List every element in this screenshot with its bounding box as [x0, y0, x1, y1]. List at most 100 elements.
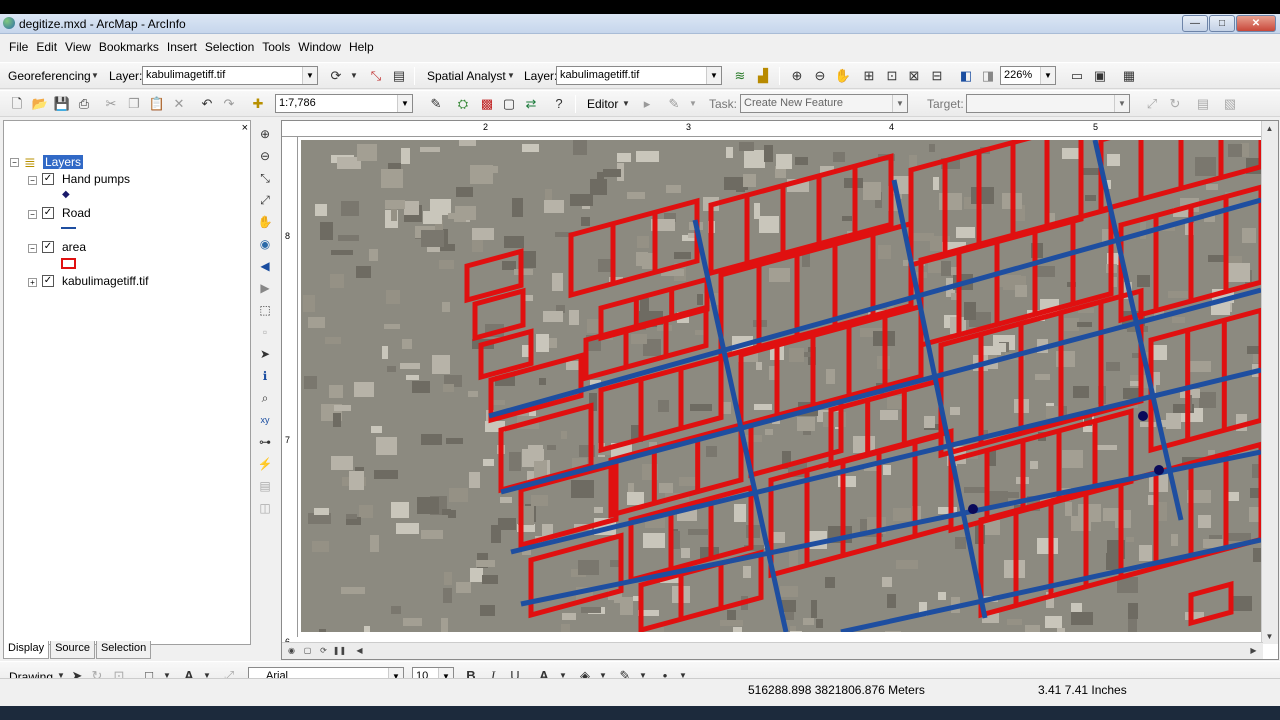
- editor-menu[interactable]: Editor: [587, 97, 618, 111]
- next-extent-icon[interactable]: ◨: [979, 67, 997, 85]
- scroll-down-icon[interactable]: ▼: [1262, 629, 1277, 644]
- toolbox-icon[interactable]: ▩: [478, 95, 496, 113]
- change-layout-icon[interactable]: ▦: [1120, 67, 1138, 85]
- menu-view[interactable]: View: [61, 38, 95, 58]
- fixed-zoom-in-icon[interactable]: ⤡: [255, 168, 275, 188]
- select-features-icon[interactable]: ⬚: [255, 300, 275, 320]
- zoom-percent-select[interactable]: 226% ▼: [1000, 66, 1056, 85]
- layer-expander[interactable]: −: [28, 176, 37, 185]
- map-scale-select[interactable]: 1:7,786 ▼: [275, 94, 413, 113]
- zoom-out-icon[interactable]: ⊖: [255, 146, 275, 166]
- full-extent-icon[interactable]: ◉: [255, 234, 275, 254]
- rotate-tool-icon[interactable]: ↻: [1166, 95, 1184, 113]
- back-arrow-icon[interactable]: ◀: [255, 256, 275, 276]
- redo-icon[interactable]: ↷: [220, 95, 238, 113]
- find-icon[interactable]: ⌕: [255, 388, 275, 408]
- data-view-icon[interactable]: ◉: [284, 643, 299, 658]
- layer-name-hand-pumps[interactable]: Hand pumps: [62, 172, 130, 186]
- minimize-button[interactable]: —: [1182, 15, 1208, 32]
- georef-layer-select[interactable]: kabulimagetiff.tif ▼: [142, 66, 318, 85]
- horizontal-scrollbar[interactable]: ◉ ▢ ⟳ ❚❚ ◀ ▶: [282, 642, 1263, 659]
- tab-source[interactable]: Source: [50, 641, 95, 659]
- zoom-out-page-icon[interactable]: ⊖: [811, 67, 829, 85]
- layer-expander[interactable]: −: [28, 244, 37, 253]
- map-canvas[interactable]: [301, 140, 1261, 632]
- menu-insert[interactable]: Insert: [163, 38, 201, 58]
- layer-expander[interactable]: +: [28, 278, 37, 287]
- pause-drawing-icon[interactable]: ❚❚: [332, 643, 347, 658]
- zoom-100-icon[interactable]: ⊡: [883, 67, 901, 85]
- focus-data-frame-icon[interactable]: ▣: [1091, 67, 1109, 85]
- clear-selection-icon[interactable]: ▫: [255, 322, 275, 342]
- html-popup-icon[interactable]: ▤: [255, 476, 275, 496]
- model-builder-icon[interactable]: ⇄: [522, 95, 540, 113]
- layer-name-kabulimage[interactable]: kabulimagetiff.tif: [62, 274, 149, 288]
- identify-icon[interactable]: ℹ: [255, 366, 275, 386]
- refresh-icon[interactable]: ⟳: [316, 643, 331, 658]
- time-slider-icon[interactable]: ◫: [255, 498, 275, 518]
- layer-name-area[interactable]: area: [62, 240, 86, 254]
- scroll-left-icon[interactable]: ◀: [352, 643, 367, 658]
- paste-icon[interactable]: 📋: [148, 95, 166, 113]
- chevron-down-icon[interactable]: ▼: [502, 67, 520, 85]
- close-button[interactable]: ✕: [1236, 15, 1276, 32]
- chevron-down-icon[interactable]: ▼: [617, 95, 635, 113]
- scroll-right-icon[interactable]: ▶: [1246, 643, 1261, 658]
- sketch-tool-icon[interactable]: ✎: [665, 95, 683, 113]
- task-select[interactable]: Create New Feature ▼: [740, 94, 908, 113]
- layers-root[interactable]: Layers: [43, 155, 84, 169]
- attributes-icon[interactable]: ▤: [1194, 95, 1212, 113]
- spatial-layer-select[interactable]: kabulimagetiff.tif ▼: [556, 66, 722, 85]
- fixed-zoom-out-icon[interactable]: ⊟: [928, 67, 946, 85]
- zoom-whole-page-icon[interactable]: ⊞: [860, 67, 878, 85]
- add-control-points-icon[interactable]: ⤡: [367, 67, 385, 85]
- georeferencing-menu[interactable]: Georeferencing: [8, 69, 91, 83]
- measure-icon[interactable]: ⊶: [255, 432, 275, 452]
- chevron-down-icon[interactable]: ▼: [86, 67, 104, 85]
- hand-pump-point[interactable]: [1138, 411, 1148, 421]
- menu-file[interactable]: File: [5, 38, 32, 58]
- maximize-button[interactable]: □: [1209, 15, 1235, 32]
- sketch-properties-icon[interactable]: ▧: [1221, 95, 1239, 113]
- layer-name-road[interactable]: Road: [62, 206, 91, 220]
- layer-checkbox[interactable]: ✓: [42, 173, 54, 185]
- whats-this-icon[interactable]: ?: [550, 95, 568, 113]
- scroll-up-icon[interactable]: ▲: [1262, 121, 1277, 136]
- layer-expander[interactable]: −: [28, 210, 37, 219]
- go-to-xy-icon[interactable]: xy: [255, 410, 275, 430]
- forward-arrow-icon[interactable]: ▶: [255, 278, 275, 298]
- layout-view-icon[interactable]: ▢: [300, 643, 315, 658]
- menu-help[interactable]: Help: [345, 38, 378, 58]
- tab-display[interactable]: Display: [3, 641, 50, 659]
- select-elements-icon[interactable]: ➤: [255, 344, 275, 364]
- contour-icon[interactable]: ≋: [731, 67, 749, 85]
- add-data-icon[interactable]: ✚: [249, 95, 267, 113]
- layer-checkbox[interactable]: ✓: [42, 207, 54, 219]
- delete-icon[interactable]: ✕: [170, 95, 188, 113]
- menu-tools[interactable]: Tools: [258, 38, 294, 58]
- link-table-icon[interactable]: ▤: [390, 67, 408, 85]
- open-folder-icon[interactable]: 📂: [31, 95, 49, 113]
- cut-icon[interactable]: ✂: [102, 95, 120, 113]
- menu-bookmarks[interactable]: Bookmarks: [95, 38, 163, 58]
- menu-selection[interactable]: Selection: [201, 38, 258, 58]
- tab-selection[interactable]: Selection: [95, 641, 152, 659]
- target-select[interactable]: ▼: [966, 94, 1130, 113]
- histogram-icon[interactable]: ▟: [754, 67, 772, 85]
- previous-extent-icon[interactable]: ◧: [957, 67, 975, 85]
- toggle-draft-icon[interactable]: ▭: [1068, 67, 1086, 85]
- spatial-analyst-menu[interactable]: Spatial Analyst: [427, 69, 506, 83]
- editor-toolbar-icon[interactable]: ✎: [427, 95, 445, 113]
- layer-checkbox[interactable]: ✓: [42, 275, 54, 287]
- fixed-zoom-in-icon[interactable]: ⊠: [905, 67, 923, 85]
- vertical-scrollbar[interactable]: ▲ ▼: [1261, 121, 1278, 644]
- zoom-in-icon[interactable]: ⊕: [255, 124, 275, 144]
- arctoolbox-icon[interactable]: ⛭: [454, 95, 472, 113]
- command-line-icon[interactable]: ▢: [500, 95, 518, 113]
- print-icon[interactable]: ⎙: [75, 95, 93, 113]
- pan-page-icon[interactable]: ✋: [834, 67, 852, 85]
- map-view[interactable]: 2 3 4 5 8 7 6: [281, 120, 1279, 660]
- new-document-icon[interactable]: 🗋: [8, 95, 26, 113]
- rotate-icon[interactable]: ⟳: [327, 67, 345, 85]
- hand-pump-point[interactable]: [1154, 465, 1164, 475]
